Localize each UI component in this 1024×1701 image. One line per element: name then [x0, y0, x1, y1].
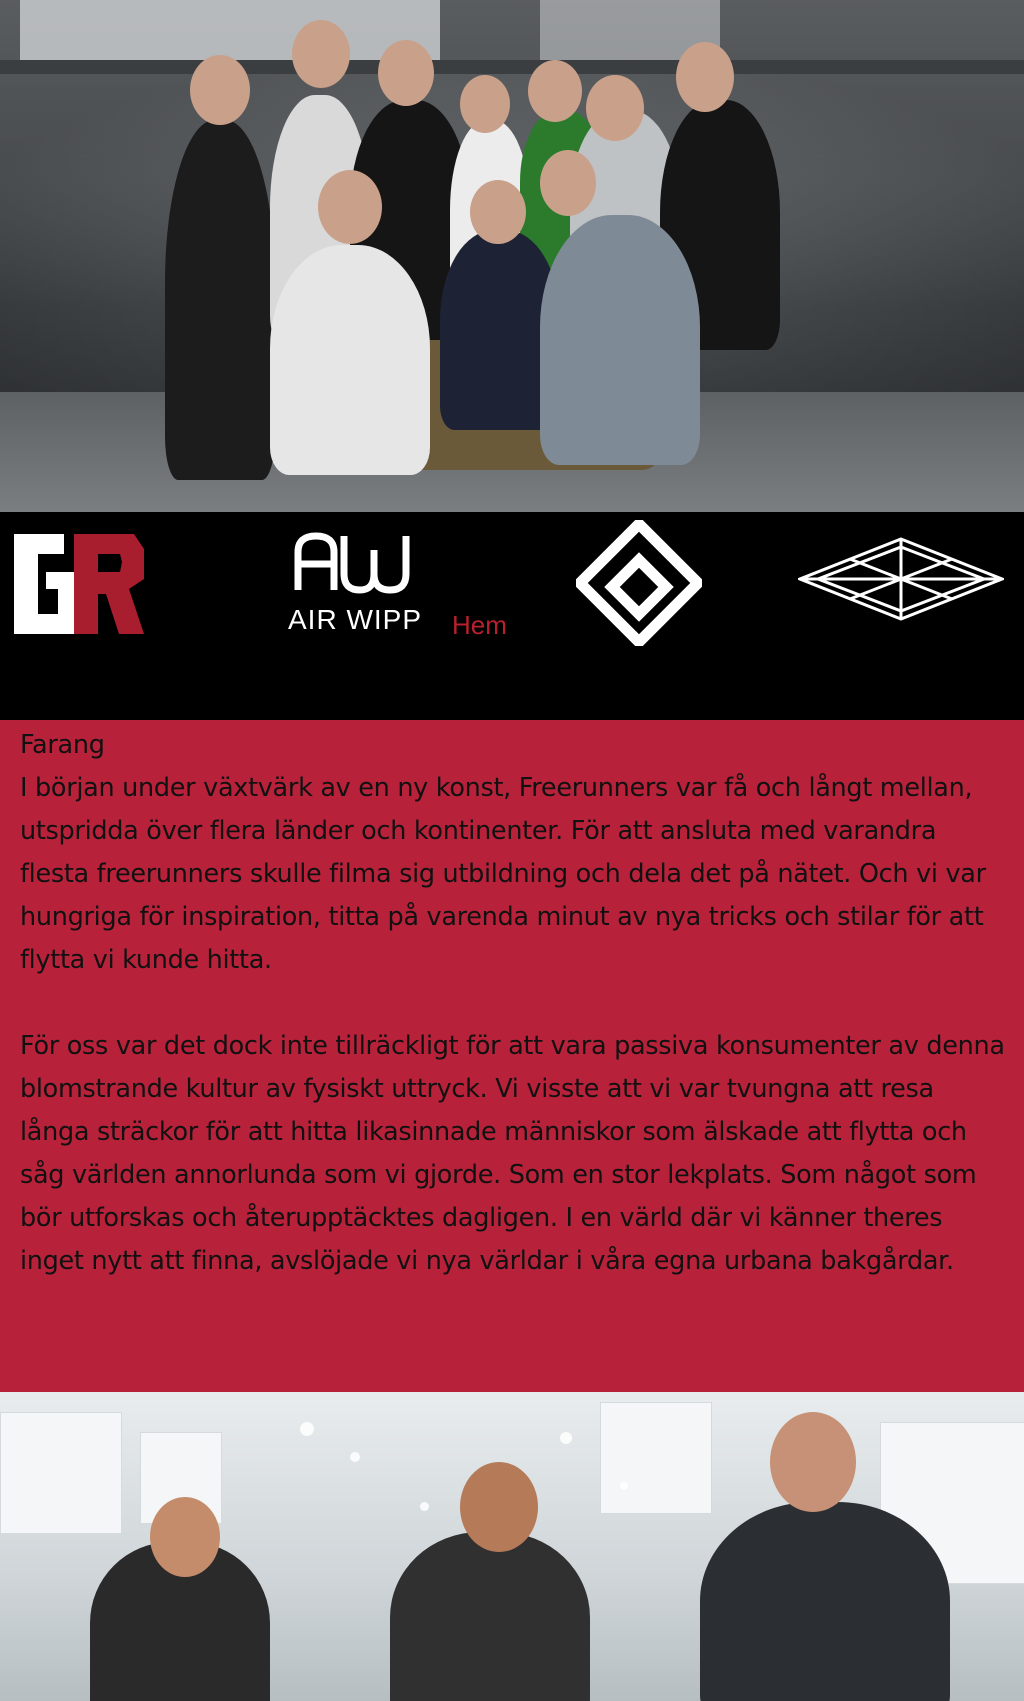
- page: AIR WIPP Hem Farang I början under växtv…: [0, 0, 1024, 1701]
- celebration-photo: [0, 1392, 1024, 1701]
- nav-home-link[interactable]: Hem: [452, 610, 507, 641]
- about-text: Farang I början under växtvärk av en ny …: [20, 724, 1010, 1283]
- about-paragraph-2: För oss var det dock inte tillräckligt f…: [20, 1031, 1005, 1276]
- hero-group-photo: [0, 0, 1024, 512]
- airwipp-logo-text: AIR WIPP: [288, 604, 423, 635]
- about-section: Farang I början under växtvärk av en ny …: [0, 720, 1024, 1392]
- farang-diamond-logo[interactable]: [576, 520, 702, 646]
- about-title: Farang: [20, 730, 105, 760]
- gr-logo[interactable]: [14, 534, 144, 634]
- about-paragraph-1: I början under växtvärk av en ny konst, …: [20, 773, 986, 975]
- airwipp-logo-mark[interactable]: [290, 530, 420, 595]
- geometric-diamond-logo[interactable]: [798, 537, 1004, 621]
